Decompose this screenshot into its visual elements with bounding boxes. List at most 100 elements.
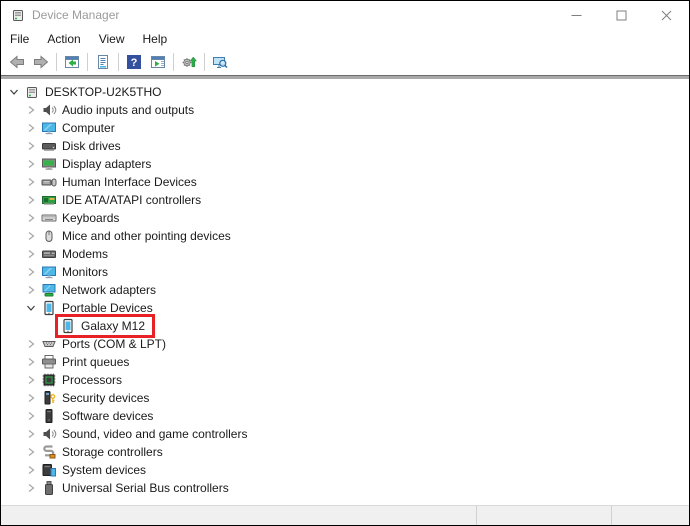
- tree-item-system-devices[interactable]: System devices: [1, 461, 689, 479]
- tree-item-label: Galaxy M12: [81, 319, 146, 333]
- tree-item-desktop-u2k5tho[interactable]: DESKTOP-U2K5THO: [1, 83, 689, 101]
- system-icon: [41, 462, 57, 478]
- statusbar-separator: [476, 506, 477, 525]
- chevron-right-icon[interactable]: [24, 392, 37, 405]
- properties-button[interactable]: [91, 51, 115, 73]
- tree-item-label: Ports (COM & LPT): [62, 337, 167, 351]
- tree-item-security-devices[interactable]: Security devices: [1, 389, 689, 407]
- menu-file[interactable]: File: [10, 30, 38, 49]
- display-adapter-icon: [41, 156, 57, 172]
- tree-item-mice-and-other-pointing-devices[interactable]: Mice and other pointing devices: [1, 227, 689, 245]
- back-button[interactable]: [5, 51, 29, 73]
- tree-item-processors[interactable]: Processors: [1, 371, 689, 389]
- tree-item-ide-ata-atapi-controllers[interactable]: IDE ATA/ATAPI controllers: [1, 191, 689, 209]
- chevron-right-icon[interactable]: [24, 212, 37, 225]
- chevron-right-icon[interactable]: [24, 122, 37, 135]
- tree-item-label: Storage controllers: [62, 445, 163, 459]
- tree-item-label: Disk drives: [62, 139, 121, 153]
- chevron-right-icon[interactable]: [24, 140, 37, 153]
- tree-item-storage-controllers[interactable]: Storage controllers: [1, 443, 689, 461]
- chevron-right-icon[interactable]: [24, 428, 37, 441]
- chevron-right-icon[interactable]: [24, 230, 37, 243]
- keyboard-icon: [41, 210, 57, 226]
- chevron-right-icon[interactable]: [24, 158, 37, 171]
- properties-icon: [95, 54, 111, 70]
- window-title: Device Manager: [32, 8, 120, 22]
- toolbar-separator: [173, 53, 174, 71]
- action-pane-button[interactable]: [146, 51, 170, 73]
- tree-item-label: DESKTOP-U2K5THO: [45, 85, 162, 99]
- tree-item-keyboards[interactable]: Keyboards: [1, 209, 689, 227]
- menu-view[interactable]: View: [99, 30, 134, 49]
- chevron-right-icon[interactable]: [24, 356, 37, 369]
- ide-icon: [41, 192, 57, 208]
- tree-item-label: Security devices: [62, 391, 150, 405]
- chevron-right-icon[interactable]: [24, 446, 37, 459]
- close-button[interactable]: [644, 1, 689, 29]
- forward-button[interactable]: [29, 51, 53, 73]
- tree-item-computer[interactable]: Computer: [1, 119, 689, 137]
- tree-item-label: Display adapters: [62, 157, 152, 171]
- audio-icon: [41, 426, 57, 442]
- menu-help[interactable]: Help: [143, 30, 177, 49]
- titlebar[interactable]: Device Manager: [1, 1, 689, 29]
- help-icon: ?: [126, 54, 142, 70]
- chevron-down-icon[interactable]: [24, 302, 37, 315]
- ports-icon: [41, 336, 57, 352]
- toolbar: ?: [1, 49, 689, 75]
- tree-item-display-adapters[interactable]: Display adapters: [1, 155, 689, 173]
- chevron-right-icon[interactable]: [24, 284, 37, 297]
- processor-icon: [41, 372, 57, 388]
- window-controls: [554, 1, 689, 29]
- update-driver-button[interactable]: [177, 51, 201, 73]
- chevron-right-icon[interactable]: [24, 374, 37, 387]
- tree-item-galaxy-m12[interactable]: Galaxy M12: [1, 314, 689, 338]
- back-icon: [9, 54, 25, 70]
- tree-item-label: System devices: [62, 463, 147, 477]
- monitor-icon: [41, 120, 57, 136]
- software-icon: [41, 408, 57, 424]
- chevron-right-icon[interactable]: [24, 266, 37, 279]
- scan-hardware-button[interactable]: [208, 51, 232, 73]
- tree-item-print-queues[interactable]: Print queues: [1, 353, 689, 371]
- tree-item-network-adapters[interactable]: Network adapters: [1, 281, 689, 299]
- computer-root-icon: [24, 84, 40, 100]
- network-icon: [41, 282, 57, 298]
- chevron-right-icon[interactable]: [24, 482, 37, 495]
- tree-item-disk-drives[interactable]: Disk drives: [1, 137, 689, 155]
- help-button[interactable]: ?: [122, 51, 146, 73]
- chevron-right-icon[interactable]: [24, 338, 37, 351]
- chevron-down-icon[interactable]: [7, 86, 20, 99]
- chevron-right-icon[interactable]: [24, 104, 37, 117]
- tree-item-audio-inputs-and-outputs[interactable]: Audio inputs and outputs: [1, 101, 689, 119]
- tree-item-label: Computer: [62, 121, 115, 135]
- chevron-right-icon[interactable]: [24, 410, 37, 423]
- minimize-button[interactable]: [554, 1, 599, 29]
- tree-item-label: Universal Serial Bus controllers: [62, 481, 229, 495]
- device-manager-app-icon: [10, 7, 26, 23]
- tree-item-software-devices[interactable]: Software devices: [1, 407, 689, 425]
- tree-item-sound-video-and-game-controllers[interactable]: Sound, video and game controllers: [1, 425, 689, 443]
- action-pane-icon: [150, 54, 166, 70]
- console-tree-button[interactable]: [60, 51, 84, 73]
- chevron-right-icon[interactable]: [24, 176, 37, 189]
- chevron-right-icon[interactable]: [24, 194, 37, 207]
- toolbar-separator: [87, 53, 88, 71]
- tree-item-universal-serial-bus-controllers[interactable]: Universal Serial Bus controllers: [1, 479, 689, 497]
- tree-item-label: Audio inputs and outputs: [62, 103, 195, 117]
- tree-item-label: Mice and other pointing devices: [62, 229, 231, 243]
- maximize-button[interactable]: [599, 1, 644, 29]
- tree-item-modems[interactable]: Modems: [1, 245, 689, 263]
- tree-item-label: Monitors: [62, 265, 109, 279]
- menu-action[interactable]: Action: [47, 30, 89, 49]
- tree-item-human-interface-devices[interactable]: Human Interface Devices: [1, 173, 689, 191]
- chevron-right-icon[interactable]: [24, 248, 37, 261]
- tree-item-monitors[interactable]: Monitors: [1, 263, 689, 281]
- tree-item-label: IDE ATA/ATAPI controllers: [62, 193, 202, 207]
- printer-icon: [41, 354, 57, 370]
- audio-icon: [41, 102, 57, 118]
- usb-icon: [41, 480, 57, 496]
- mouse-icon: [41, 228, 57, 244]
- chevron-right-icon[interactable]: [24, 464, 37, 477]
